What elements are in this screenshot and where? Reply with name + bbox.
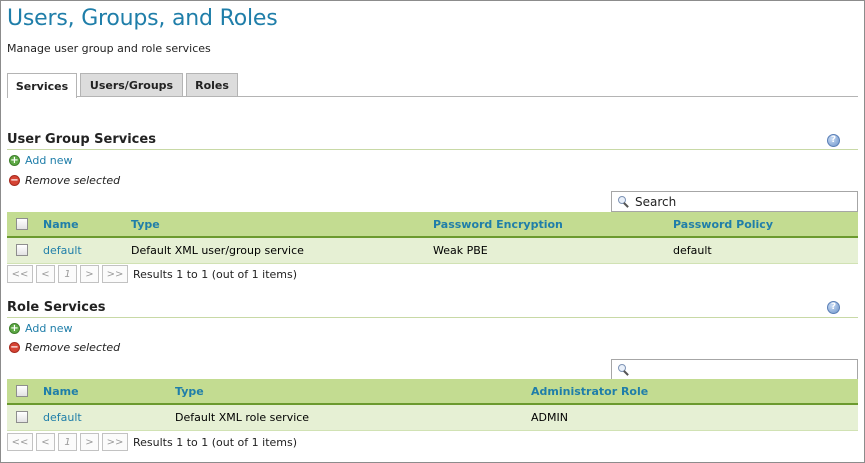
role-search-input[interactable]: [611, 359, 858, 380]
select-all-checkbox[interactable]: [16, 218, 28, 230]
pager-last-button[interactable]: >>: [102, 433, 128, 451]
remove-selected-link[interactable]: Remove selected: [25, 174, 120, 187]
pager-first-button[interactable]: <<: [7, 433, 33, 451]
row-name-link[interactable]: default: [43, 238, 82, 263]
row-password-encryption: Weak PBE: [433, 244, 488, 257]
pager-next-button[interactable]: >: [80, 433, 99, 451]
search-placeholder: Search: [635, 194, 677, 209]
remove-selected-role-services[interactable]: − Remove selected: [9, 341, 120, 354]
row-type: Default XML role service: [175, 411, 310, 424]
table-header: Name Type Password Encryption Password P…: [7, 212, 858, 238]
row-password-policy: default: [673, 244, 712, 257]
table-header: Name Type Administrator Role: [7, 379, 858, 405]
pager-next-button[interactable]: >: [80, 265, 99, 283]
column-name[interactable]: Name: [43, 379, 79, 403]
help-icon[interactable]: ?: [827, 134, 840, 147]
column-name[interactable]: Name: [43, 212, 79, 236]
pager-results-text: Results 1 to 1 (out of 1 items): [133, 435, 298, 449]
search-icon: [618, 196, 629, 208]
page-title: Users, Groups, and Roles: [7, 6, 278, 31]
remove-selected-link[interactable]: Remove selected: [25, 341, 120, 354]
remove-icon: −: [9, 175, 20, 186]
pager-prev-button[interactable]: <: [36, 265, 55, 283]
add-new-link[interactable]: Add new: [25, 322, 73, 335]
add-new-role-service[interactable]: + Add new: [9, 322, 73, 335]
page-description: Manage user group and role services: [7, 42, 211, 55]
user-group-pager: << < 1 > >> Results 1 to 1 (out of 1 ite…: [7, 265, 297, 283]
page-frame: Users, Groups, and Roles Manage user gro…: [0, 0, 865, 463]
pager-prev-button[interactable]: <: [36, 433, 55, 451]
pager-page-button[interactable]: 1: [58, 433, 77, 451]
column-password-encryption[interactable]: Password Encryption: [433, 212, 563, 236]
search-icon: [618, 364, 629, 376]
table-row: default Default XML user/group service W…: [7, 238, 858, 264]
section-divider: [7, 317, 858, 318]
column-administrator-role[interactable]: Administrator Role: [531, 379, 648, 403]
tab-users-groups[interactable]: Users/Groups: [80, 73, 183, 97]
role-services-table: Name Type Administrator Role default Def…: [7, 379, 858, 432]
remove-icon: −: [9, 342, 20, 353]
pager-page-button[interactable]: 1: [58, 265, 77, 283]
section-divider: [7, 149, 858, 150]
user-group-services-title: User Group Services: [7, 132, 156, 147]
add-icon: +: [9, 155, 20, 166]
row-checkbox[interactable]: [16, 244, 28, 256]
pager-first-button[interactable]: <<: [7, 265, 33, 283]
add-new-user-group-service[interactable]: + Add new: [9, 154, 73, 167]
tab-roles[interactable]: Roles: [186, 73, 238, 97]
remove-selected-user-group-services[interactable]: − Remove selected: [9, 174, 120, 187]
table-row: default Default XML role service ADMIN: [7, 405, 858, 431]
row-checkbox[interactable]: [16, 411, 28, 423]
tab-divider: [7, 96, 858, 97]
row-name-link[interactable]: default: [43, 405, 82, 430]
pager-last-button[interactable]: >>: [102, 265, 128, 283]
row-type: Default XML user/group service: [131, 244, 304, 257]
select-all-checkbox[interactable]: [16, 385, 28, 397]
add-icon: +: [9, 323, 20, 334]
role-services-title: Role Services: [7, 300, 106, 315]
tab-services[interactable]: Services: [7, 73, 77, 98]
role-pager: << < 1 > >> Results 1 to 1 (out of 1 ite…: [7, 433, 297, 451]
column-type[interactable]: Type: [131, 212, 160, 236]
column-type[interactable]: Type: [175, 379, 204, 403]
help-icon[interactable]: ?: [827, 301, 840, 314]
column-password-policy[interactable]: Password Policy: [673, 212, 773, 236]
pager-results-text: Results 1 to 1 (out of 1 items): [133, 267, 298, 281]
row-administrator-role: ADMIN: [531, 411, 568, 424]
user-group-services-table: Name Type Password Encryption Password P…: [7, 212, 858, 265]
add-new-link[interactable]: Add new: [25, 154, 73, 167]
user-group-search-input[interactable]: Search: [611, 191, 858, 212]
